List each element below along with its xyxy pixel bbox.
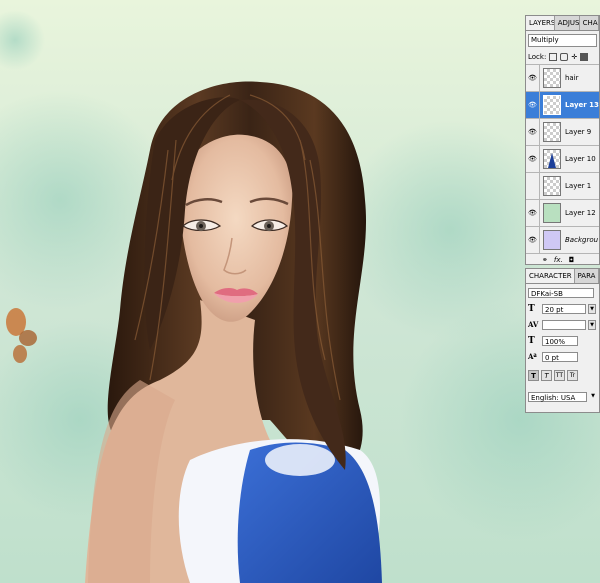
layer-row-layer-9[interactable]: 👁 Layer 9 [526,119,599,146]
kerning-icon: AV [528,320,539,329]
layer-row-layer-12[interactable]: 👁 Layer 12 [526,200,599,227]
tab-layers[interactable]: LAYERS [526,16,555,30]
character-panel: CHARACTER PARA DFKai-SB T 20 pt ▼ AV ▼ T… [525,268,600,413]
layer-row-hair[interactable]: 👁 hair [526,65,599,92]
layer-thumbnail [543,230,561,250]
language-row: English: USA ▼ [528,389,597,404]
visibility-eye-icon[interactable]: 👁 [526,200,540,226]
lock-image-icon[interactable] [560,53,569,61]
lock-transparency-icon[interactable] [549,53,558,61]
layers-panel: LAYERS ADJUS CHA Multiply Lock: ✛ 👁 hair… [525,15,600,265]
lock-label: Lock: [528,53,547,61]
layer-thumbnail [543,176,561,196]
layer-row-layer-1[interactable]: Layer 1 [526,173,599,200]
layer-name: Layer 1 [565,182,592,190]
chevron-down-icon[interactable]: ▼ [589,392,597,402]
kerning-field[interactable] [542,319,586,330]
font-family-field[interactable]: DFKai-SB [528,287,594,298]
layer-thumbnail [543,203,561,223]
layers-panel-tabs: LAYERS ADJUS CHA [526,16,599,31]
blend-mode-select[interactable]: Multiply [528,34,597,47]
chevron-down-icon[interactable]: ▼ [588,319,596,330]
visibility-eye-icon[interactable]: 👁 [526,119,540,145]
layers-footer: ⚭ fx. ◘ [526,254,599,264]
bold-style-button[interactable]: T [528,370,539,381]
layer-row-background[interactable]: 👁 Backgrou [526,227,599,254]
painting-canvas[interactable] [0,0,600,583]
layer-name: Layer 10 [565,155,596,163]
layer-row-layer-13[interactable]: 👁 Layer 13 [526,92,599,119]
layer-name: Backgrou [565,236,599,244]
all-caps-style-button[interactable]: TT [554,370,565,381]
italic-style-button[interactable]: T [541,370,552,381]
type-style-row: T T TT Tr [528,368,597,383]
fx-icon[interactable]: fx. [554,256,563,264]
visibility-eye-icon-hidden[interactable] [526,173,540,199]
tab-paragraph[interactable]: PARA [575,269,599,283]
tab-character[interactable]: CHARACTER [526,269,575,283]
visibility-eye-icon[interactable]: 👁 [526,92,540,118]
lock-all-icon[interactable] [580,53,589,61]
tab-channels[interactable]: CHA [580,16,599,30]
font-size-row: T 20 pt ▼ [528,301,597,316]
kerning-row: AV ▼ [528,317,597,332]
language-select[interactable]: English: USA [528,391,588,402]
character-panel-tabs: CHARACTER PARA [526,269,599,284]
lock-row: Lock: ✛ [526,50,599,65]
small-caps-style-button[interactable]: Tr [567,370,578,381]
baseline-shift-row: Aª 0 pt [528,349,597,364]
layer-row-layer-10[interactable]: 👁 Layer 10 [526,146,599,173]
layer-thumbnail [543,68,561,88]
dress-highlight [265,444,335,476]
layer-name: hair [565,74,579,82]
lock-position-icon[interactable]: ✛ [571,50,577,64]
baseline-shift-field[interactable]: 0 pt [542,351,578,362]
layer-thumbnail [543,95,561,115]
layer-name: Layer 13 [565,101,599,109]
layer-name: Layer 9 [565,128,592,136]
vertical-scale-icon: T [528,335,535,346]
chevron-down-icon[interactable]: ▼ [588,303,596,314]
layer-thumbnail [543,149,561,169]
font-size-field[interactable]: 20 pt [542,303,586,314]
visibility-eye-icon[interactable]: 👁 [526,146,540,172]
layer-10-thumbnail-icon [548,153,556,168]
baseline-shift-icon: Aª [528,352,537,361]
font-size-icon: T [528,303,535,314]
visibility-eye-icon[interactable]: 👁 [526,65,540,91]
tab-adjustments[interactable]: ADJUS [555,16,580,30]
link-layers-icon[interactable]: ⚭ [542,256,548,264]
layer-thumbnail [543,122,561,142]
font-family-row: DFKai-SB [528,285,597,300]
vertical-scale-field[interactable]: 100% [542,335,578,346]
add-mask-icon[interactable]: ◘ [569,256,575,264]
visibility-eye-icon[interactable]: 👁 [526,227,540,253]
layer-name: Layer 12 [565,209,596,217]
vertical-scale-row: T 100% [528,333,597,348]
